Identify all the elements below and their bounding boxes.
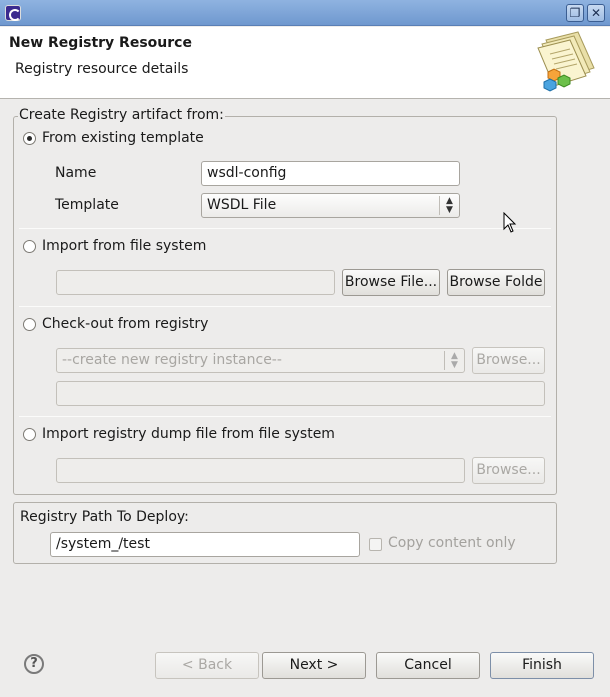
checkout-label[interactable]: Check-out from registry — [42, 316, 208, 332]
registry-instance-value: --create new registry instance-- — [62, 352, 282, 368]
restore-icon[interactable]: ❐ — [566, 4, 584, 22]
from-template-label[interactable]: From existing template — [42, 130, 204, 146]
import-fs-path-input[interactable] — [56, 270, 335, 295]
mouse-cursor-icon — [503, 212, 517, 233]
deploy-path-input[interactable]: /system_/test — [50, 532, 360, 557]
close-icon[interactable]: ✕ — [587, 4, 605, 22]
dump-label[interactable]: Import registry dump file from file syst… — [42, 426, 335, 442]
registry-wizard-icon — [537, 31, 595, 92]
wizard-subtitle: Registry resource details — [15, 61, 189, 77]
help-icon[interactable]: ? — [24, 654, 44, 674]
import-fs-radio[interactable] — [23, 240, 36, 253]
template-select[interactable]: WSDL File ▲ ▼ — [201, 193, 460, 218]
create-artifact-group-title: Create Registry artifact from: — [18, 107, 225, 123]
spinner-arrows-icon: ▲ ▼ — [439, 196, 459, 215]
checkout-radio[interactable] — [23, 318, 36, 331]
import-fs-label[interactable]: Import from file system — [42, 238, 206, 254]
browse-folder-button[interactable]: Browse Folde — [447, 269, 545, 296]
browse-file-button[interactable]: Browse File... — [342, 269, 440, 296]
cancel-button[interactable]: Cancel — [376, 652, 480, 679]
separator — [19, 416, 551, 417]
dump-path-input[interactable] — [56, 458, 465, 483]
app-icon — [5, 5, 21, 21]
name-label: Name — [55, 165, 97, 181]
separator — [19, 228, 551, 229]
finish-button[interactable]: Finish — [490, 652, 594, 679]
next-button[interactable]: Next > — [262, 652, 366, 679]
template-label: Template — [55, 197, 119, 213]
from-template-radio[interactable] — [23, 132, 36, 145]
checkout-browse-button[interactable]: Browse... — [472, 347, 545, 374]
checkout-path-input[interactable] — [56, 381, 545, 406]
copy-content-label[interactable]: Copy content only — [388, 535, 516, 551]
name-input[interactable]: wsdl-config — [201, 161, 460, 186]
deploy-path-title: Registry Path To Deploy: — [20, 509, 189, 525]
title-bar — [0, 0, 610, 26]
template-select-value: WSDL File — [207, 197, 277, 213]
dump-radio[interactable] — [23, 428, 36, 441]
spinner-arrows-icon: ▲ ▼ — [444, 351, 464, 370]
registry-instance-select[interactable]: --create new registry instance-- ▲ ▼ — [56, 348, 465, 373]
dump-browse-button[interactable]: Browse... — [472, 457, 545, 484]
wizard-title: New Registry Resource — [9, 35, 192, 51]
copy-content-checkbox[interactable] — [369, 538, 382, 551]
separator — [19, 306, 551, 307]
back-button[interactable]: < Back — [155, 652, 259, 679]
